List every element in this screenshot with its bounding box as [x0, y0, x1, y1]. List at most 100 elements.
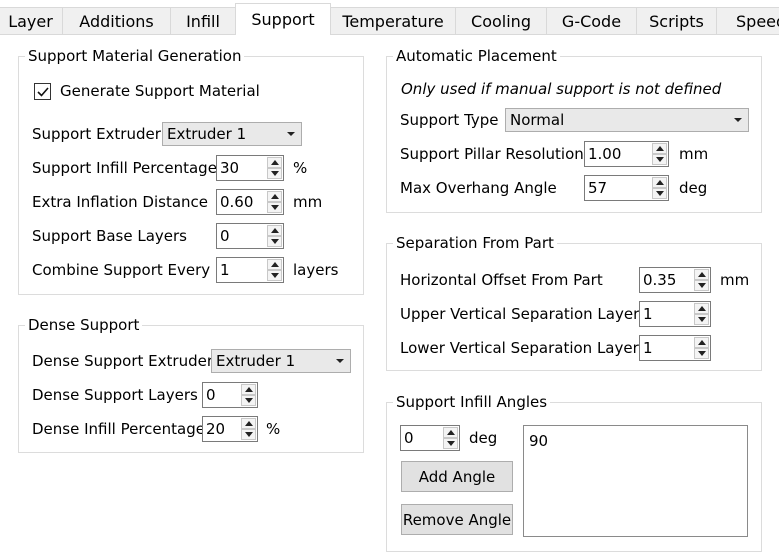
overhang-angle-spinbox[interactable]: 57 — [584, 175, 669, 201]
tab-gcode[interactable]: G-Code — [546, 7, 637, 34]
horizontal-offset-value: 0.35 — [643, 271, 677, 289]
dense-infill-pct-label: Dense Infill Percentage — [32, 420, 205, 438]
tab-speed[interactable]: Speed — [716, 7, 779, 34]
lower-separation-spinbox[interactable]: 1 — [639, 335, 711, 361]
pillar-resolution-spinbox[interactable]: 1.00 — [584, 141, 669, 167]
spin-up-icon[interactable] — [267, 157, 282, 168]
tab-temperature[interactable]: Temperature — [330, 7, 456, 34]
tab-support[interactable]: Support — [235, 3, 331, 35]
dense-infill-pct-value: 20 — [206, 420, 226, 438]
support-infill-pct-value: 30 — [220, 159, 240, 177]
dense-infill-pct-unit: % — [266, 420, 281, 438]
spin-up-icon[interactable] — [267, 191, 282, 202]
automatic-placement-note: Only used if manual support is not defin… — [401, 80, 722, 98]
base-layers-value: 0 — [220, 227, 230, 245]
support-extruder-select[interactable]: Extruder 1 — [162, 122, 302, 146]
spin-down-icon[interactable] — [652, 154, 667, 165]
spin-up-icon[interactable] — [652, 143, 667, 154]
support-type-label: Support Type — [400, 111, 499, 129]
automatic-placement-title: Automatic Placement — [393, 47, 560, 65]
spin-down-icon[interactable] — [267, 270, 282, 281]
dense-layers-spinbox[interactable]: 0 — [202, 382, 258, 408]
support-generation-group: Support Material Generation Generate Sup… — [18, 47, 364, 295]
support-infill-pct-label: Support Infill Percentage — [32, 159, 217, 177]
inflation-distance-label: Extra Inflation Distance — [32, 193, 209, 211]
spin-up-icon[interactable] — [267, 225, 282, 236]
list-item[interactable]: 90 — [529, 431, 548, 451]
pillar-resolution-value: 1.00 — [588, 145, 622, 163]
overhang-angle-unit: deg — [679, 179, 708, 197]
tab-cooling[interactable]: Cooling — [455, 7, 547, 34]
add-angle-button[interactable]: Add Angle — [401, 461, 513, 492]
combine-support-label: Combine Support Every — [32, 261, 211, 279]
infill-angles-group: Support Infill Angles 0 deg Add Angle Re… — [386, 393, 762, 552]
angle-value: 0 — [404, 429, 414, 447]
separation-title: Separation From Part — [393, 234, 557, 252]
angle-unit: deg — [469, 429, 498, 447]
spin-up-icon[interactable] — [241, 384, 256, 395]
separation-group: Separation From Part Horizontal Offset F… — [386, 234, 762, 371]
spin-up-icon[interactable] — [267, 259, 282, 270]
spin-down-icon[interactable] — [694, 348, 709, 359]
spin-down-icon[interactable] — [694, 280, 709, 291]
support-type-value: Normal — [510, 111, 565, 129]
tab-bar-divider — [0, 34, 779, 35]
spin-up-icon[interactable] — [443, 427, 458, 438]
lower-separation-label: Lower Vertical Separation Layers — [400, 339, 647, 357]
spin-down-icon[interactable] — [241, 395, 256, 406]
support-infill-pct-spinbox[interactable]: 30 — [216, 155, 284, 181]
spin-up-icon[interactable] — [694, 269, 709, 280]
pillar-resolution-unit: mm — [679, 145, 709, 163]
spin-down-icon[interactable] — [652, 188, 667, 199]
automatic-placement-group: Automatic Placement Only used if manual … — [386, 47, 762, 213]
overhang-angle-label: Max Overhang Angle — [400, 179, 557, 197]
dense-layers-label: Dense Support Layers — [32, 386, 198, 404]
dense-extruder-label: Dense Support Extruder — [32, 352, 213, 370]
spin-up-icon[interactable] — [652, 177, 667, 188]
chevron-down-icon — [336, 359, 344, 363]
dense-support-group: Dense Support Dense Support Extruder Ext… — [18, 316, 364, 453]
generate-support-label[interactable]: Generate Support Material — [60, 81, 260, 101]
spin-up-icon[interactable] — [241, 418, 256, 429]
combine-support-value: 1 — [220, 261, 230, 279]
upper-separation-spinbox[interactable]: 1 — [639, 301, 711, 327]
spin-up-icon[interactable] — [694, 303, 709, 314]
inflation-distance-spinbox[interactable]: 0.60 — [216, 189, 284, 215]
inflation-distance-unit: mm — [293, 193, 323, 211]
support-infill-pct-unit: % — [293, 159, 308, 177]
dense-extruder-select[interactable]: Extruder 1 — [211, 349, 351, 373]
remove-angle-button[interactable]: Remove Angle — [401, 504, 513, 535]
combine-support-spinbox[interactable]: 1 — [216, 257, 284, 283]
angle-spinbox[interactable]: 0 — [400, 425, 460, 451]
horizontal-offset-label: Horizontal Offset From Part — [400, 271, 603, 289]
dense-infill-pct-spinbox[interactable]: 20 — [202, 416, 258, 442]
support-type-select[interactable]: Normal — [505, 108, 749, 132]
tab-layer[interactable]: Layer — [0, 7, 63, 34]
spin-down-icon[interactable] — [267, 202, 282, 213]
spin-down-icon[interactable] — [443, 438, 458, 449]
spin-up-icon[interactable] — [694, 337, 709, 348]
upper-separation-value: 1 — [643, 305, 653, 323]
tab-scripts[interactable]: Scripts — [636, 7, 717, 34]
overhang-angle-value: 57 — [588, 179, 608, 197]
horizontal-offset-spinbox[interactable]: 0.35 — [639, 267, 711, 293]
spin-down-icon[interactable] — [241, 429, 256, 440]
tab-additions[interactable]: Additions — [62, 7, 171, 34]
horizontal-offset-unit: mm — [720, 271, 750, 289]
angles-list[interactable]: 90 — [523, 425, 748, 537]
chevron-down-icon — [287, 132, 295, 136]
generate-support-checkbox[interactable] — [34, 83, 51, 100]
spin-down-icon[interactable] — [267, 168, 282, 179]
base-layers-spinbox[interactable]: 0 — [216, 223, 284, 249]
upper-separation-label: Upper Vertical Separation Layers — [400, 305, 648, 323]
base-layers-label: Support Base Layers — [32, 227, 187, 245]
tab-infill[interactable]: Infill — [170, 7, 236, 34]
spin-down-icon[interactable] — [694, 314, 709, 325]
infill-angles-title: Support Infill Angles — [393, 393, 551, 411]
dense-support-title: Dense Support — [25, 316, 143, 334]
spin-down-icon[interactable] — [267, 236, 282, 247]
pillar-resolution-label: Support Pillar Resolution — [400, 145, 584, 163]
inflation-distance-value: 0.60 — [220, 193, 254, 211]
dense-layers-value: 0 — [206, 386, 216, 404]
support-generation-title: Support Material Generation — [25, 47, 245, 65]
